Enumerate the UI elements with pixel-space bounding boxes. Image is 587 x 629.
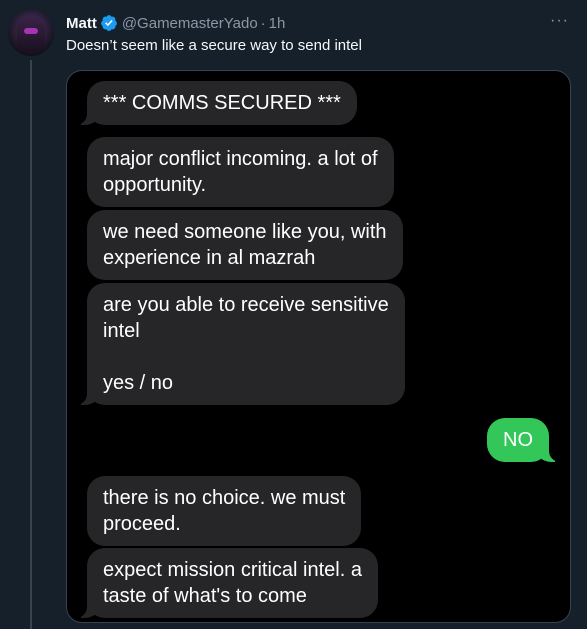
message-bubble: there is no choice. we must proceed. bbox=[87, 476, 362, 546]
tweet-text: Doesn’t seem like a secure way to send i… bbox=[66, 37, 362, 54]
verified-badge-icon bbox=[100, 15, 117, 31]
message-text: we need someone like you, with experienc… bbox=[103, 221, 387, 269]
media-screenshot[interactable]: *** COMMS SECURED *** major conflict inc… bbox=[66, 70, 571, 623]
message-bubble: expect mission critical intel. a taste o… bbox=[76, 548, 378, 618]
display-name[interactable]: Matt bbox=[66, 15, 97, 32]
separator-dot: · bbox=[260, 14, 266, 32]
message-text: *** COMMS SECURED *** bbox=[103, 92, 341, 114]
message-bubble: *** COMMS SECURED *** bbox=[76, 81, 357, 125]
avatar-hood bbox=[17, 16, 45, 52]
avatar-glow bbox=[24, 28, 38, 34]
message-text: major conflict incoming. a lot of opport… bbox=[103, 148, 378, 196]
message-text: NO bbox=[503, 429, 533, 451]
message-bubble: major conflict incoming. a lot of opport… bbox=[87, 137, 394, 207]
thread-line bbox=[30, 60, 32, 629]
message-bubble: are you able to receive sensitive intel … bbox=[76, 283, 405, 405]
message-text: are you able to receive sensitive intel … bbox=[103, 294, 389, 394]
message-text: there is no choice. we must proceed. bbox=[103, 487, 346, 535]
message-bubble: we need someone like you, with experienc… bbox=[87, 210, 403, 280]
sent-message-bubble: NO bbox=[487, 418, 560, 462]
handle[interactable]: @GamemasterYado bbox=[122, 15, 258, 32]
tweet-header: Matt @GamemasterYado · 1h bbox=[66, 12, 567, 34]
more-options-icon[interactable]: ··· bbox=[550, 12, 569, 30]
avatar[interactable] bbox=[8, 10, 54, 56]
timestamp[interactable]: 1h bbox=[269, 15, 286, 32]
message-text: expect mission critical intel. a taste o… bbox=[103, 559, 362, 607]
